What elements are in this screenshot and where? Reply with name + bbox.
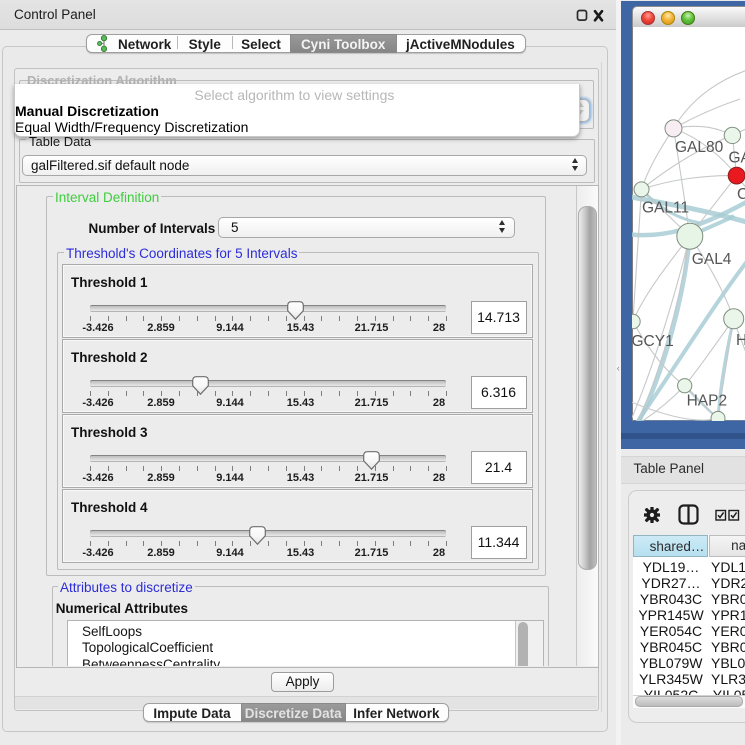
svg-text:GAL: GAL bbox=[729, 150, 745, 167]
svg-text:HAP2: HAP2 bbox=[687, 393, 728, 410]
svg-text:HA: HA bbox=[736, 332, 745, 349]
svg-text:CR: CR bbox=[737, 186, 745, 203]
svg-text:GAL11: GAL11 bbox=[642, 200, 689, 217]
svg-text:GAL80: GAL80 bbox=[675, 139, 724, 156]
svg-text:GCY1: GCY1 bbox=[632, 333, 674, 350]
svg-text:GAL4: GAL4 bbox=[692, 251, 732, 268]
